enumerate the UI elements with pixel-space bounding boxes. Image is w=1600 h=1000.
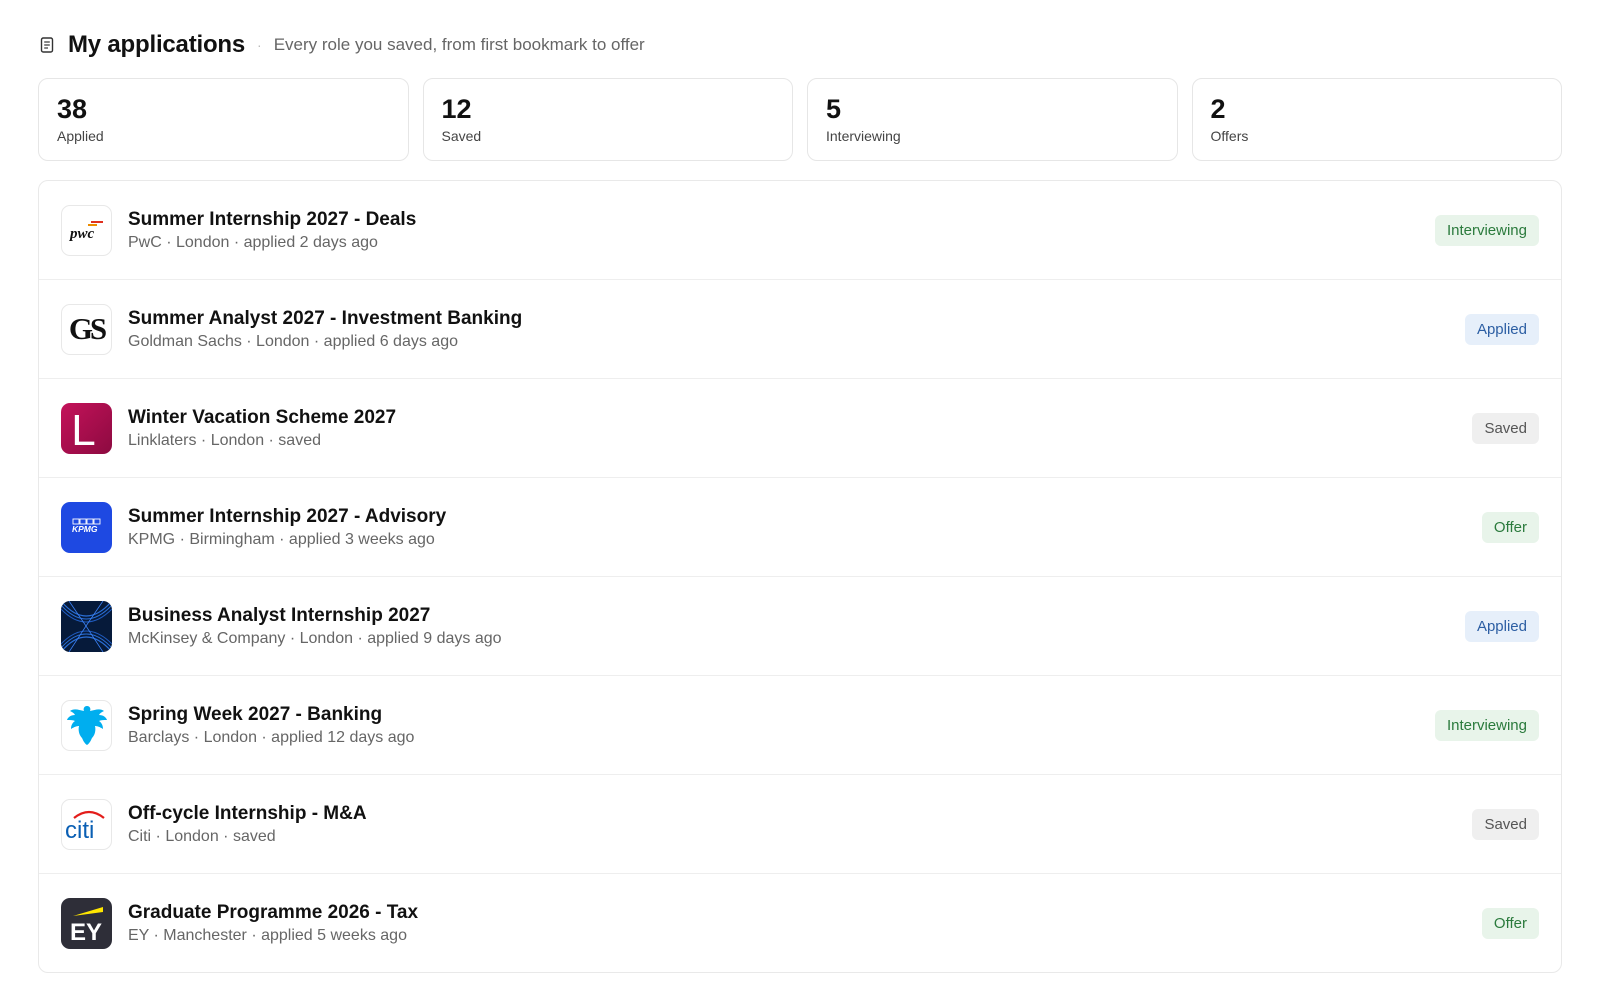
stat-value: 2 (1210, 94, 1226, 124)
kpmg-logo-text: KPMG (72, 524, 98, 534)
stat-card-interviewing[interactable]: 5 Interviewing (807, 78, 1178, 161)
row-text: Off-cycle Internship - M&A Citi · London… (128, 803, 1472, 846)
job-title: Off-cycle Internship - M&A (128, 802, 367, 824)
page-subtitle: Every role you saved, from first bookmar… (273, 35, 645, 54)
row-text: Summer Analyst 2027 - Investment Banking… (128, 308, 1465, 351)
job-title: Summer Internship 2027 - Advisory (128, 505, 447, 527)
applications-page: My applications · Every role you saved, … (0, 0, 1600, 1000)
stat-value: 12 (441, 94, 472, 124)
citi-logo-text: citi (65, 817, 94, 841)
application-row[interactable]: Spring Week 2027 - Banking Barclays · Lo… (39, 676, 1561, 775)
status-badge: Offer (1481, 907, 1539, 939)
page-title: My applications (68, 31, 246, 58)
row-text: Summer Internship 2027 - Advisory KPMG ·… (128, 506, 1482, 549)
stat-value: 5 (826, 94, 842, 124)
stat-label: Offers (1210, 128, 1249, 144)
stat-label: Applied (57, 128, 104, 144)
page-header: My applications · Every role you saved, … (40, 30, 1562, 60)
row-text: Graduate Programme 2026 - Tax EY · Manch… (128, 902, 1482, 945)
status-badge: Interviewing (1434, 214, 1539, 246)
job-meta: McKinsey & Company · London · applied 9 … (128, 629, 502, 647)
job-title: Summer Internship 2027 - Deals (128, 208, 417, 230)
row-text: Winter Vacation Scheme 2027 Linklaters ·… (128, 407, 1472, 450)
application-row[interactable]: citi Off-cycle Internship - M&A Citi · L… (39, 775, 1561, 874)
stat-value: 38 (57, 94, 88, 124)
linklaters-logo: L (61, 402, 112, 454)
job-title: Business Analyst Internship 2027 (128, 604, 431, 626)
row-text: Business Analyst Internship 2027 McKinse… (128, 605, 1465, 648)
goldman-sachs-logo-text: GS (68, 311, 107, 346)
job-meta: Citi · London · saved (128, 827, 276, 845)
ey-logo: EY (61, 897, 112, 949)
application-row[interactable]: KPMG Summer Internship 2027 - Advisory K… (39, 478, 1561, 577)
status-badge: Saved (1472, 808, 1539, 840)
application-row[interactable]: EY Graduate Programme 2026 - Tax EY · Ma… (39, 874, 1561, 972)
job-meta: EY · Manchester · applied 5 weeks ago (128, 926, 407, 944)
stat-card-offers[interactable]: 2 Offers (1191, 78, 1562, 161)
pwc-logo: pwc (61, 204, 112, 256)
application-row[interactable]: GS Summer Analyst 2027 - Investment Bank… (39, 280, 1561, 379)
ey-logo-text: EY (70, 919, 102, 946)
job-title: Graduate Programme 2026 - Tax (128, 901, 419, 923)
job-meta: Linklaters · London · saved (128, 431, 321, 449)
stat-label: Interviewing (826, 128, 901, 144)
stat-card-saved[interactable]: 12 Saved (422, 78, 793, 161)
row-text: Summer Internship 2027 - Deals PwC · Lon… (128, 209, 1435, 252)
linklaters-logo-text: L (71, 406, 96, 454)
job-title: Spring Week 2027 - Banking (128, 703, 383, 725)
row-text: Spring Week 2027 - Banking Barclays · Lo… (128, 704, 1435, 747)
status-badge: Applied (1464, 313, 1539, 345)
barclays-eagle-logo (61, 699, 112, 751)
status-badge: Offer (1481, 511, 1539, 543)
application-row[interactable]: L Winter Vacation Scheme 2027 Linklaters… (39, 379, 1561, 478)
stats-row: 38 Applied 12 Saved 5 Interviewing 2 Off… (38, 78, 1562, 161)
status-badge: Interviewing (1434, 709, 1539, 741)
goldman-sachs-logo: GS (61, 303, 112, 355)
citi-logo: citi (61, 798, 112, 850)
job-meta: KPMG · Birmingham · applied 3 weeks ago (128, 530, 435, 548)
kpmg-logo: KPMG (61, 501, 112, 553)
status-badge: Saved (1472, 412, 1539, 444)
document-list-icon (40, 37, 54, 53)
mckinsey-logo (61, 600, 112, 652)
stat-label: Saved (441, 128, 482, 144)
stat-card-applied[interactable]: 38 Applied (38, 78, 409, 161)
job-title: Summer Analyst 2027 - Investment Banking (128, 307, 523, 329)
pwc-logo-text: pwc (68, 226, 95, 242)
job-meta: PwC · London · applied 2 days ago (128, 233, 378, 251)
application-row[interactable]: Business Analyst Internship 2027 McKinse… (39, 577, 1561, 676)
application-row[interactable]: pwc Summer Internship 2027 - Deals PwC ·… (39, 181, 1561, 280)
job-meta: Barclays · London · applied 12 days ago (128, 728, 415, 746)
applications-list: pwc Summer Internship 2027 - Deals PwC ·… (38, 180, 1562, 973)
header-separator: · (257, 37, 262, 53)
job-title: Winter Vacation Scheme 2027 (128, 406, 397, 428)
job-meta: Goldman Sachs · London · applied 6 days … (128, 332, 458, 350)
status-badge: Applied (1464, 610, 1539, 642)
